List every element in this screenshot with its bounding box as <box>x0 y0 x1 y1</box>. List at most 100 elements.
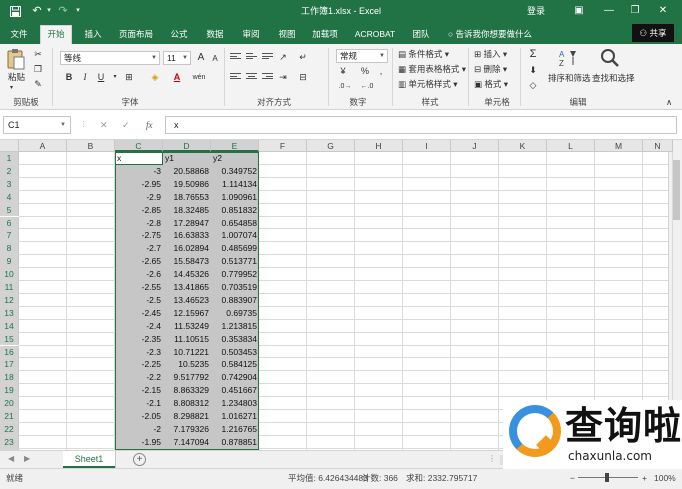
confirm-entry-icon[interactable]: ✓ <box>122 118 130 132</box>
row-header[interactable]: 2 <box>0 164 19 178</box>
cell-d8[interactable]: 16.02894 <box>163 242 211 255</box>
cell-e3[interactable]: 1.114134 <box>211 178 259 191</box>
tab-view[interactable]: 视图 <box>272 26 302 44</box>
row-header[interactable]: 14 <box>0 319 19 333</box>
prev-sheet-icon[interactable]: ◀ <box>8 454 14 463</box>
cell-e16[interactable]: 0.503453 <box>211 346 259 359</box>
cell-c6[interactable]: -2.8 <box>115 217 163 230</box>
cell-e22[interactable]: 1.216765 <box>211 423 259 436</box>
cell-d22[interactable]: 7.179326 <box>163 423 211 436</box>
scroll-thumb[interactable] <box>672 160 680 220</box>
cell-e17[interactable]: 0.584125 <box>211 358 259 371</box>
cell-d6[interactable]: 17.28947 <box>163 217 211 230</box>
sheet-tab-sheet1[interactable]: Sheet1 <box>63 451 115 468</box>
cell-d18[interactable]: 9.517792 <box>163 371 211 384</box>
shrink-font-icon[interactable]: A <box>208 52 222 65</box>
fill-icon[interactable]: ⬇ <box>526 64 540 77</box>
phonetic-icon[interactable]: wén <box>192 71 206 84</box>
cell-e20[interactable]: 1.234803 <box>211 397 259 410</box>
bold-button[interactable]: B <box>62 71 76 84</box>
row-header[interactable]: 20 <box>0 397 19 410</box>
next-sheet-icon[interactable]: ▶ <box>24 454 30 463</box>
row-header[interactable]: 12 <box>0 293 19 307</box>
row-header[interactable]: 15 <box>0 332 19 346</box>
copy-icon[interactable]: ❐ <box>31 63 45 76</box>
indent-icon[interactable]: ⇥ <box>276 71 290 84</box>
font-color-icon[interactable]: A <box>170 71 184 84</box>
cell-c15[interactable]: -2.35 <box>115 333 163 346</box>
row-header[interactable]: 17 <box>0 358 19 372</box>
column-header-i[interactable]: I <box>403 140 451 152</box>
cell-d15[interactable]: 11.10515 <box>163 333 211 346</box>
cell-e23[interactable]: 0.878851 <box>211 436 259 449</box>
cell-e6[interactable]: 0.654858 <box>211 217 259 230</box>
paste-icon[interactable] <box>6 48 26 70</box>
tab-review[interactable]: 审阅 <box>236 26 266 44</box>
cell-c1[interactable]: x <box>115 152 163 165</box>
formula-input[interactable]: x <box>165 116 677 134</box>
increase-decimal-icon[interactable]: .0→ <box>338 80 352 93</box>
cell-d21[interactable]: 8.298821 <box>163 410 211 423</box>
column-header-m[interactable]: M <box>595 140 643 152</box>
cell-e18[interactable]: 0.742904 <box>211 371 259 384</box>
cell-c9[interactable]: -2.65 <box>115 255 163 268</box>
cell-e12[interactable]: 0.883907 <box>211 294 259 307</box>
column-header-l[interactable]: L <box>547 140 595 152</box>
tab-team[interactable]: 团队 <box>406 26 436 44</box>
number-format-combo[interactable]: 常规 ▼ <box>336 49 388 63</box>
row-header[interactable]: 19 <box>0 384 19 398</box>
delete-cells-button[interactable]: ⊟ 删除 ▾ <box>474 63 507 75</box>
cut-icon[interactable]: ✂ <box>31 48 45 61</box>
align-left-icon[interactable] <box>230 73 241 82</box>
cell-c21[interactable]: -2.05 <box>115 410 163 423</box>
name-box[interactable]: C1 ▼ <box>3 116 71 134</box>
column-header-c[interactable]: C <box>115 140 163 152</box>
underline-button[interactable]: U <box>94 71 108 84</box>
cell-d16[interactable]: 10.71221 <box>163 346 211 359</box>
cell-d1[interactable]: y1 <box>163 152 211 165</box>
row-header[interactable]: 4 <box>0 190 19 204</box>
merge-center-icon[interactable]: ⊟ <box>296 71 310 84</box>
grow-font-icon[interactable]: A <box>194 51 208 64</box>
middle-align-icon[interactable] <box>246 53 257 62</box>
row-header[interactable]: 3 <box>0 177 19 191</box>
cell-d12[interactable]: 13.46523 <box>163 294 211 307</box>
share-button[interactable]: ⚇ 共享 <box>632 24 674 42</box>
insert-cells-button[interactable]: ⊞ 插入 ▾ <box>474 48 507 60</box>
align-right-icon[interactable] <box>262 73 273 82</box>
sort-filter-icon[interactable]: AZ <box>558 48 578 68</box>
cell-e13[interactable]: 0.69735 <box>211 307 259 320</box>
column-header-h[interactable]: H <box>355 140 403 152</box>
find-select-icon[interactable] <box>600 48 620 68</box>
ribbon-display-icon[interactable]: ▣ <box>568 3 590 19</box>
cell-d13[interactable]: 12.15967 <box>163 307 211 320</box>
zoom-in-button[interactable]: + <box>642 471 647 485</box>
tab-acrobat[interactable]: ACROBAT <box>350 26 400 44</box>
cell-e5[interactable]: 0.851832 <box>211 204 259 217</box>
cell-e1[interactable]: y2 <box>211 152 259 165</box>
collapse-ribbon-icon[interactable]: ∧ <box>666 96 672 108</box>
percent-button[interactable]: % <box>358 65 372 78</box>
cell-c20[interactable]: -2.1 <box>115 397 163 410</box>
column-header-d[interactable]: D <box>163 140 211 152</box>
tab-page-layout[interactable]: 页面布局 <box>114 26 158 44</box>
tab-home[interactable]: 开始 <box>40 25 72 44</box>
cell-e11[interactable]: 0.703519 <box>211 281 259 294</box>
cell-e9[interactable]: 0.513771 <box>211 255 259 268</box>
borders-icon[interactable]: ⊞ <box>122 71 136 84</box>
cell-d23[interactable]: 7.147094 <box>163 436 211 449</box>
row-header[interactable]: 7 <box>0 229 19 243</box>
cell-d2[interactable]: 20.58868 <box>163 165 211 178</box>
cell-c12[interactable]: -2.5 <box>115 294 163 307</box>
zoom-slider-knob[interactable] <box>605 473 609 482</box>
column-header-k[interactable]: K <box>499 140 547 152</box>
align-center-icon[interactable] <box>246 73 257 82</box>
cell-c22[interactable]: -2 <box>115 423 163 436</box>
format-cells-button[interactable]: ▣ 格式 ▾ <box>474 78 508 90</box>
cell-e15[interactable]: 0.353834 <box>211 333 259 346</box>
restore-icon[interactable]: ❐ <box>624 3 646 19</box>
cell-c14[interactable]: -2.4 <box>115 320 163 333</box>
row-header[interactable]: 13 <box>0 306 19 320</box>
cell-d3[interactable]: 19.50986 <box>163 178 211 191</box>
zoom-out-button[interactable]: − <box>570 471 575 485</box>
